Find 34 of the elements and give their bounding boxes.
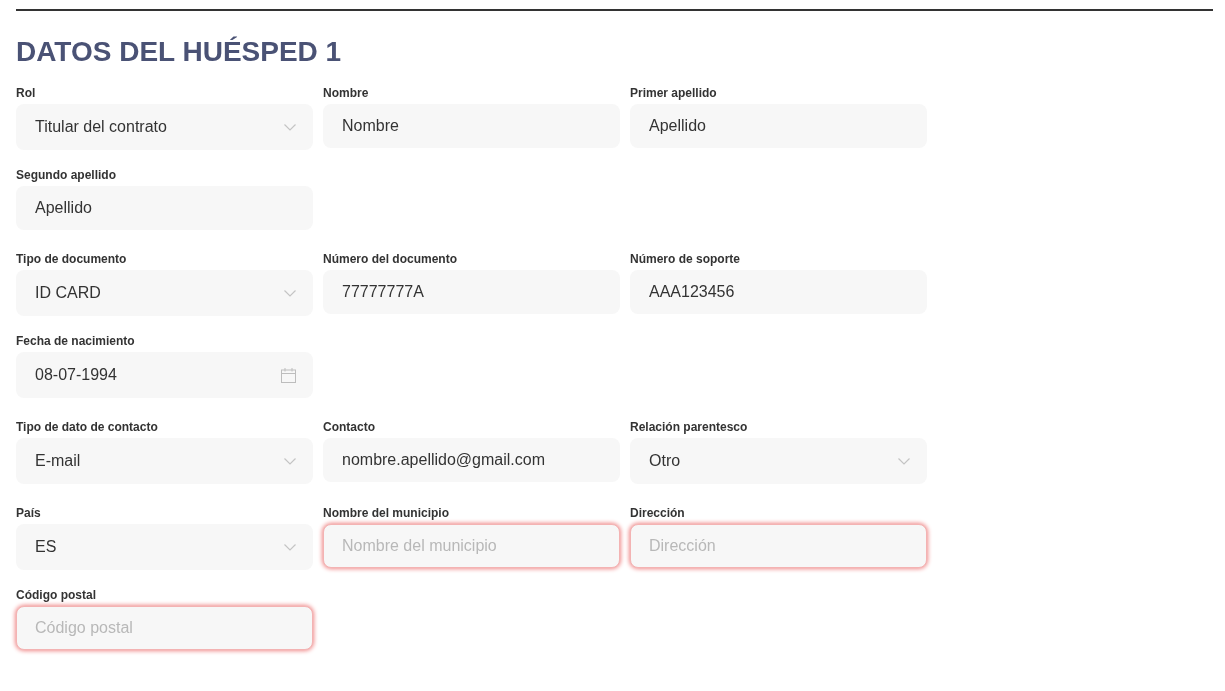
input-field[interactable]: nombre.apellido@gmail.com <box>323 438 620 482</box>
field-label: Código postal <box>16 588 97 602</box>
select-field[interactable]: Titular del contrato <box>16 104 313 150</box>
input-field[interactable]: Apellido <box>16 186 313 230</box>
chevron-down-icon <box>284 457 296 465</box>
field-label: Dirección <box>630 506 686 520</box>
field-label: Número de soporte <box>630 252 741 266</box>
field-label: Segundo apellido <box>16 168 117 182</box>
section-title: DATOS DEL HUÉSPED 1 <box>16 36 343 68</box>
field-label: Número del documento <box>323 252 458 266</box>
field-label: País <box>16 506 42 520</box>
field-label: Contacto <box>323 420 376 434</box>
input-field[interactable]: Apellido <box>630 104 927 148</box>
select-field[interactable]: Otro <box>630 438 927 484</box>
select-field[interactable]: ES <box>16 524 313 570</box>
field-label: Tipo de dato de contacto <box>16 420 159 434</box>
field-label: Relación parentesco <box>630 420 749 434</box>
field-label: Primer apellido <box>630 86 718 100</box>
input-field[interactable]: 77777777A <box>323 270 620 314</box>
input-field[interactable]: Nombre <box>323 104 620 148</box>
field-label: Tipo de documento <box>16 252 128 266</box>
field-label: Nombre del municipio <box>323 506 450 520</box>
chevron-down-icon <box>284 123 296 131</box>
chevron-down-icon <box>898 457 910 465</box>
date-field[interactable]: 08-07-1994 <box>16 352 313 398</box>
select-field[interactable]: E-mail <box>16 438 313 484</box>
input-field[interactable]: AAA123456 <box>630 270 927 314</box>
chevron-down-icon <box>284 289 296 297</box>
field-label: Rol <box>16 86 37 100</box>
select-field[interactable]: ID CARD <box>16 270 313 316</box>
chevron-down-icon <box>284 543 296 551</box>
field-label: Nombre <box>323 86 370 100</box>
calendar-icon <box>281 367 296 383</box>
field-label: Fecha de nacimiento <box>16 334 136 348</box>
